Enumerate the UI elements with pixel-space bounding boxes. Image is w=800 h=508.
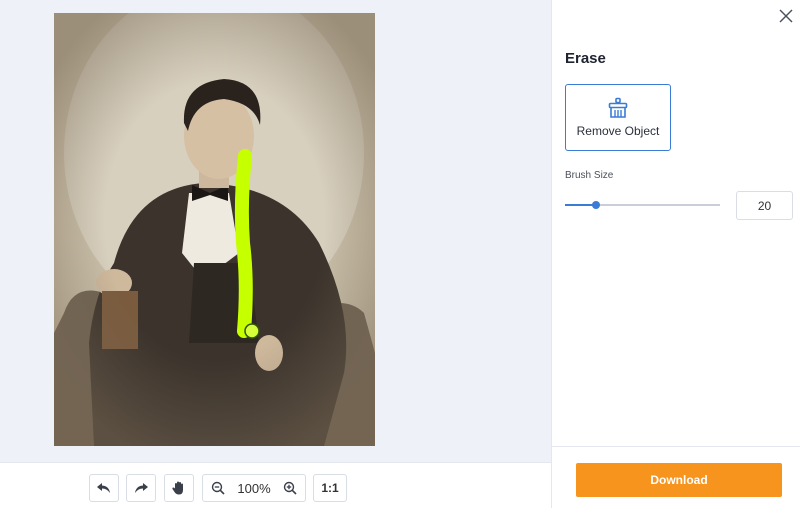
side-panel: Erase Remove Object Brush Size 20 Downlo… — [551, 0, 800, 508]
photo-image[interactable] — [54, 13, 375, 446]
editor-canvas — [0, 0, 551, 462]
brush-icon — [608, 97, 628, 118]
zoom-out-button[interactable] — [209, 479, 227, 497]
zoom-level: 100% — [237, 480, 271, 496]
close-button[interactable] — [778, 8, 794, 24]
undo-button[interactable] — [89, 474, 119, 502]
photo-vignette — [54, 13, 375, 446]
bottom-toolbar: 100% 1:1 — [0, 462, 551, 508]
brush-size-input[interactable]: 20 — [736, 191, 793, 220]
download-button[interactable]: Download — [576, 463, 782, 497]
remove-object-label: Remove Object — [576, 124, 660, 138]
slider-thumb[interactable] — [592, 201, 600, 209]
undo-icon — [97, 483, 110, 493]
actual-size-button[interactable]: 1:1 — [313, 474, 347, 502]
zoom-in-icon — [283, 481, 297, 495]
zoom-out-icon — [211, 481, 225, 495]
redo-button[interactable] — [126, 474, 156, 502]
brush-size-label: Brush Size — [565, 170, 614, 181]
zoom-control: 100% — [202, 474, 306, 502]
panel-footer: Download — [552, 446, 800, 508]
actual-size-label: 1:1 — [321, 481, 339, 495]
redo-icon — [135, 483, 148, 493]
remove-object-tool[interactable]: Remove Object — [565, 84, 671, 151]
zoom-in-button[interactable] — [281, 479, 299, 497]
brush-size-slider[interactable] — [565, 198, 720, 212]
hand-icon — [172, 481, 183, 495]
close-icon — [779, 9, 793, 23]
panel-title: Erase — [565, 50, 606, 67]
pan-button[interactable] — [164, 474, 194, 502]
